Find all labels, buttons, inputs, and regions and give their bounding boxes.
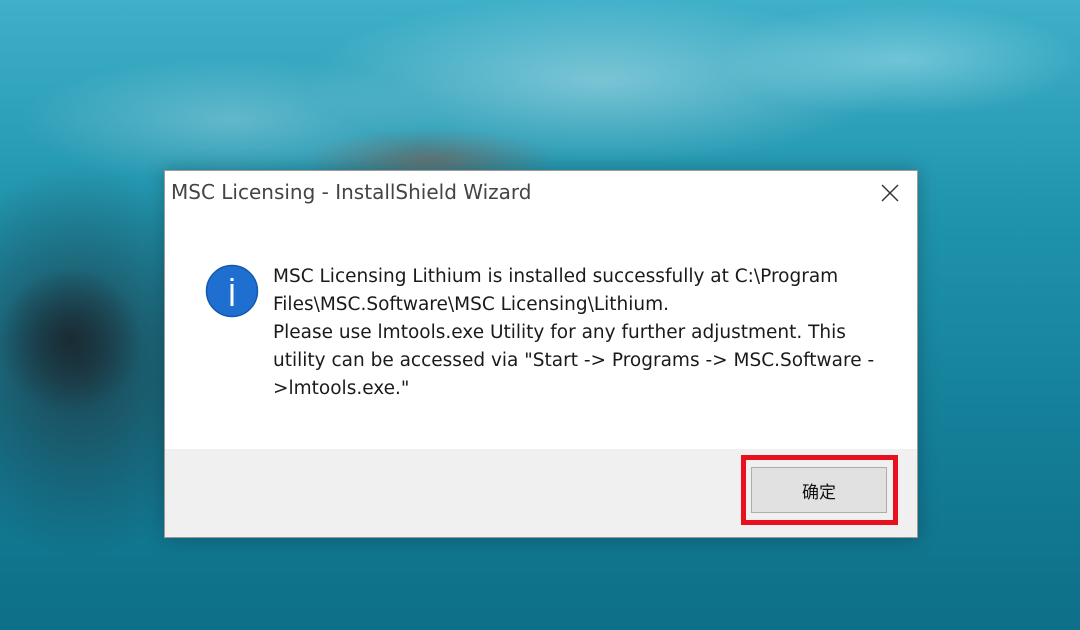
close-icon	[881, 184, 899, 202]
swimmer-silhouette	[0, 250, 165, 430]
dialog-message: MSC Licensing Lithium is installed succe…	[273, 263, 883, 403]
message-line: Please use lmtools.exe Utility for any f…	[273, 322, 875, 399]
dialog-title: MSC Licensing - InstallShield Wizard	[171, 180, 532, 204]
installshield-dialog: MSC Licensing - InstallShield Wizard MSC…	[164, 170, 918, 538]
close-button[interactable]	[873, 177, 907, 209]
dialog-content: MSC Licensing Lithium is installed succe…	[165, 215, 917, 449]
dialog-footer: 确定	[165, 449, 917, 537]
info-icon	[205, 264, 259, 318]
ok-button[interactable]: 确定	[751, 467, 887, 513]
dialog-titlebar: MSC Licensing - InstallShield Wizard	[165, 171, 917, 215]
message-line: MSC Licensing Lithium is installed succe…	[273, 266, 839, 315]
